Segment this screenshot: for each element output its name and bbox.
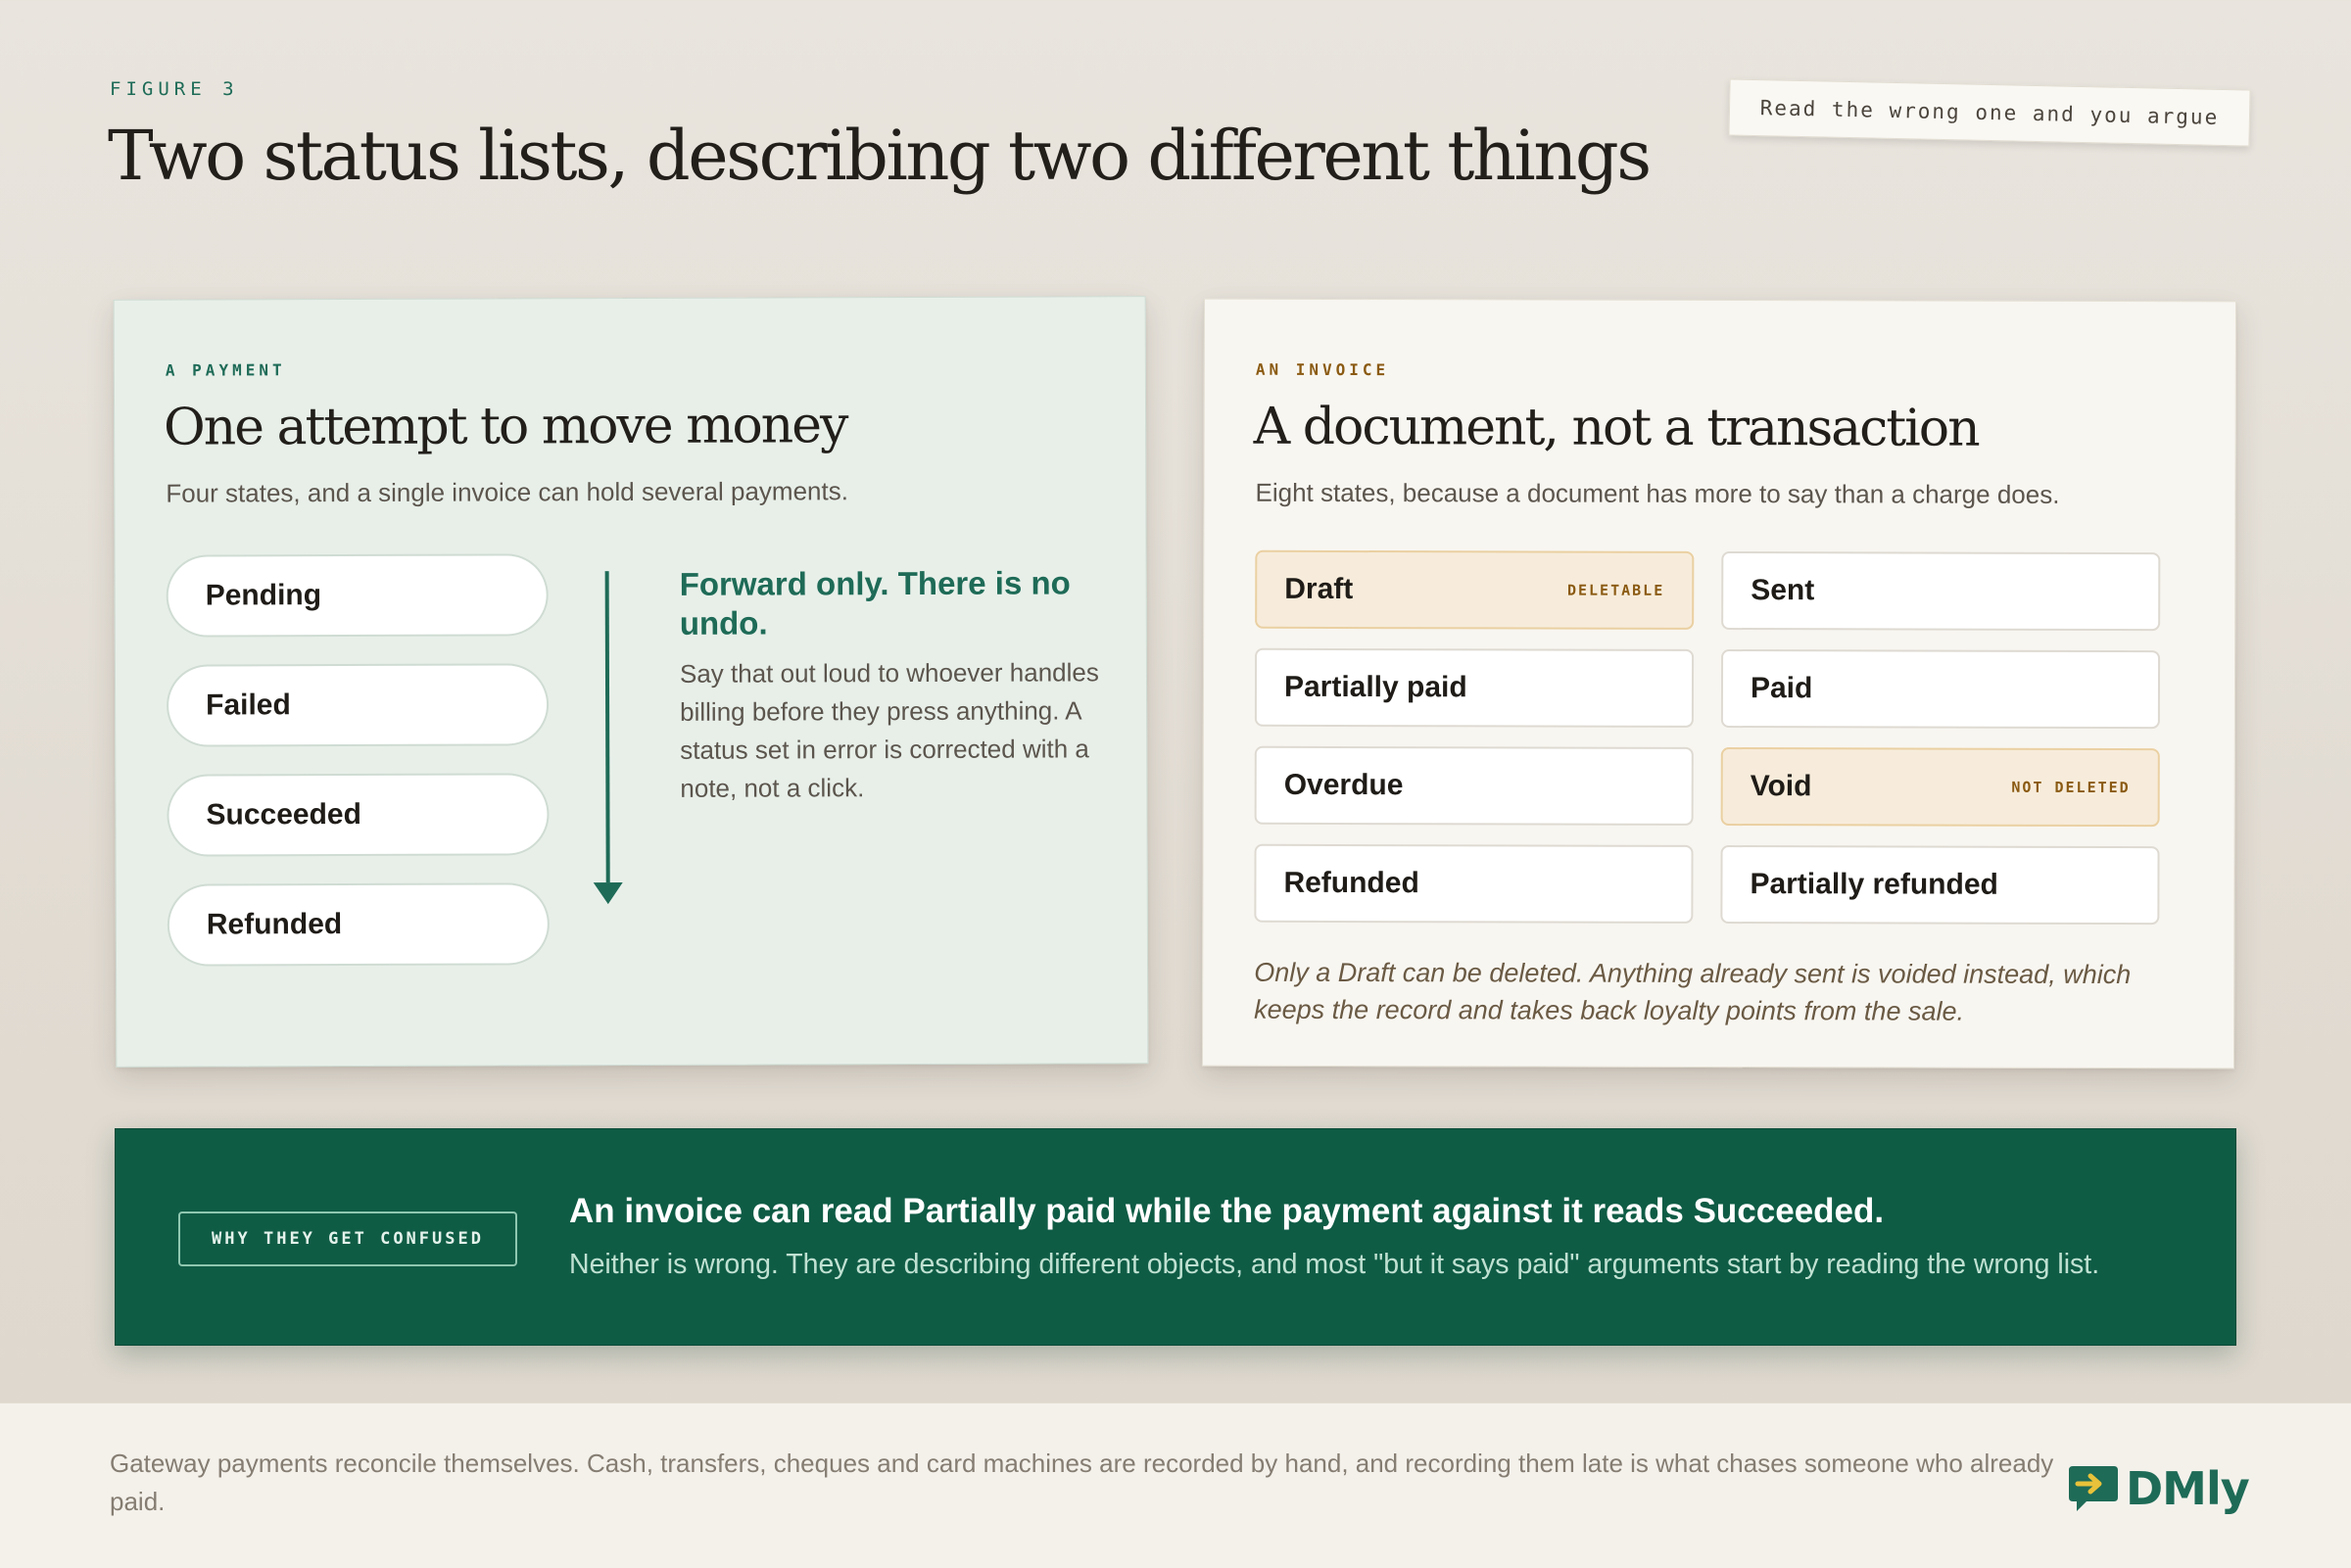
flow-heading: Forward only. There is no undo. [679,564,1071,642]
brand-logo: DMly [2065,1462,2250,1515]
payment-card-subtitle: Four states, and a single invoice can ho… [166,476,848,508]
invoice-footnote: Only a Draft can be deleted. Anything al… [1254,957,2132,1026]
not-deleted-tag: NOT DELETED [2011,778,2131,797]
invoice-state-label: Paid [1750,672,1813,705]
invoice-state-label: Sent [1751,574,1815,607]
payment-state-refunded: Refunded [167,882,551,967]
footer: Gateway payments reconcile themselves. C… [0,1402,2351,1568]
chat-arrow-icon [2069,1466,2118,1511]
invoice-card-title: A document, not a transaction [1253,397,1979,458]
deletable-tag: DELETABLE [1566,581,1665,599]
payment-card: A PAYMENT One attempt to move money Four… [113,296,1149,1068]
invoice-state-label: Refunded [1283,866,1419,900]
invoice-state-overdue: Overdue [1254,745,1694,826]
invoice-state-label: Draft [1284,572,1354,606]
figure-eyebrow: FIGURE 3 [110,78,239,100]
banner-tag: WHY THEY GET CONFUSED [178,1212,517,1266]
flow-body: Say that out loud to whoever handles bil… [679,657,1099,803]
payment-state-succeeded: Succeeded [167,773,550,857]
payment-state-failed: Failed [166,663,550,747]
invoice-state-label: Void [1750,770,1812,803]
invoice-state-refunded: Refunded [1254,843,1694,924]
invoice-state-label: Overdue [1283,768,1404,802]
invoice-state-label: Partially paid [1283,670,1467,704]
confusion-banner: WHY THEY GET CONFUSED An invoice can rea… [115,1128,2236,1346]
payment-card-label: A PAYMENT [165,360,286,380]
invoice-card: AN INVOICE A document, not a transaction… [1201,298,2237,1069]
invoice-state-sent: Sent [1721,551,2161,632]
payment-card-title: One attempt to move money [163,396,847,457]
invoice-card-subtitle: Eight states, because a document has mor… [1255,477,2060,509]
sticky-note: Read the wrong one and you argue [1728,78,2251,147]
invoice-state-partially-paid: Partially paid [1254,647,1695,728]
page-title: Two status lists, describing two differe… [108,116,1652,196]
footer-text: Gateway payments reconcile themselves. C… [110,1449,2054,1516]
invoice-card-label: AN INVOICE [1255,359,1390,380]
logo-wordmark: DMly [2126,1462,2250,1515]
payment-state-pending: Pending [166,553,549,638]
invoice-state-draft: Draft DELETABLE [1255,549,1695,630]
invoice-state-label: Partially refunded [1750,868,1998,901]
invoice-state-partially-refunded: Partially refunded [1720,845,2160,926]
invoice-state-void: Void NOT DELETED [1720,747,2160,828]
invoice-state-paid: Paid [1720,649,2161,730]
banner-body: Neither is wrong. They are describing di… [569,1249,2100,1280]
arrow-down-icon [593,571,623,905]
banner-heading: An invoice can read Partially paid while… [569,1192,1885,1230]
